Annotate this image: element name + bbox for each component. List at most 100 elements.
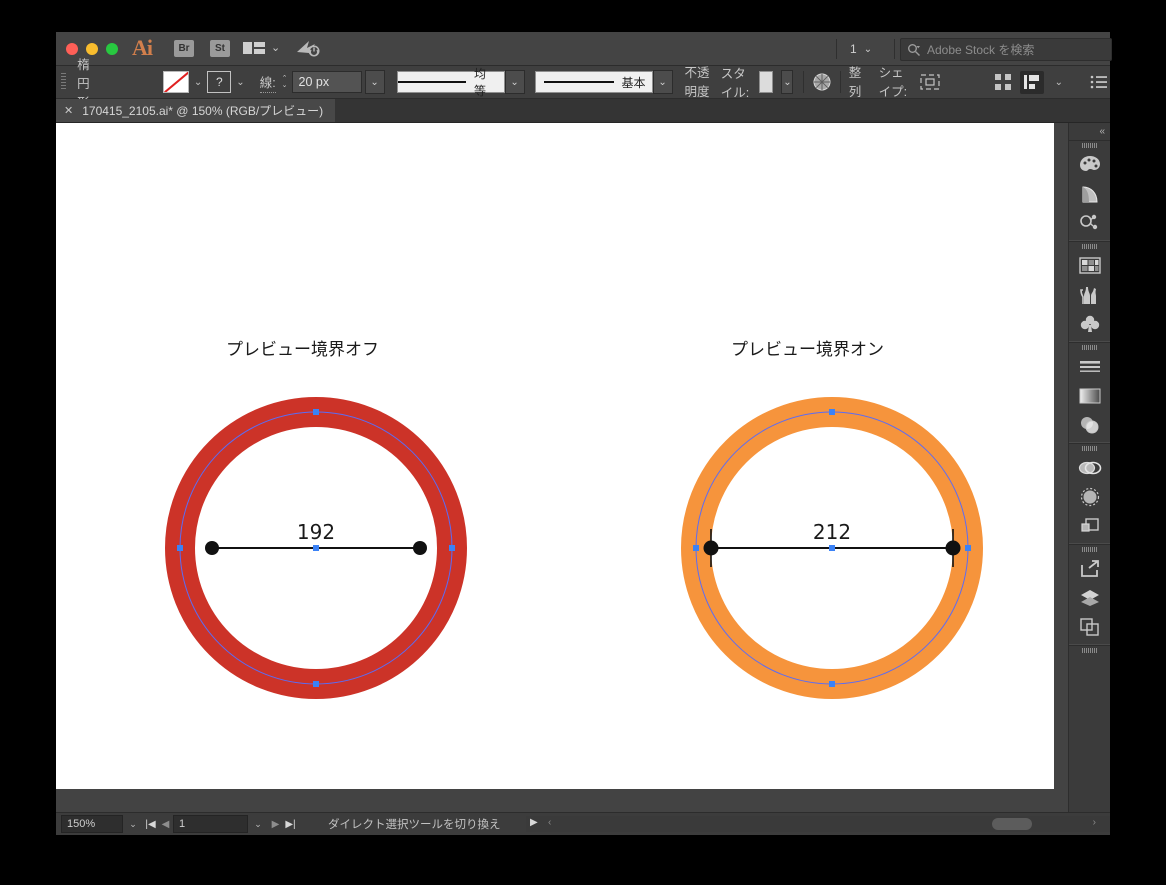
artboard-canvas[interactable]: プレビュー境界オフ プレビュー境界オン 192 212 — [56, 123, 1054, 789]
stroke-profile-value: 均等 — [474, 67, 487, 98]
menu-options-icon[interactable] — [1088, 72, 1110, 92]
workspace-chevron-down-icon[interactable]: ⌄ — [271, 41, 280, 54]
stock-button[interactable]: St — [210, 40, 230, 57]
graphic-style-swatch[interactable] — [758, 71, 774, 93]
artboard-chevron-down-icon[interactable]: ⌄ — [248, 819, 268, 830]
symbols-icon[interactable] — [1069, 309, 1110, 338]
control-bar: 楕円形 ⌄ ? ⌄ 線: ⌃⌄ 20 px ⌄ 均等 ⌄ 基本 ⌄ — [56, 58, 1110, 110]
scroll-left-icon[interactable]: ▶ — [530, 817, 538, 828]
dock-group-stroke — [1069, 342, 1110, 443]
swatches-icon[interactable] — [1069, 251, 1110, 280]
stroke-weight-dropdown[interactable]: ⌄ — [364, 70, 385, 94]
fill-chevron-down-icon[interactable]: ⌄ — [189, 77, 207, 88]
last-artboard-button[interactable]: ▶| — [283, 819, 298, 830]
close-icon[interactable]: ✕ — [64, 104, 73, 117]
stroke-profile-dropdown[interactable]: ⌄ — [504, 70, 525, 94]
stock-search-input[interactable]: Adobe Stock を検索 — [900, 38, 1112, 61]
next-artboard-button[interactable]: ▶ — [268, 819, 283, 830]
gradient-icon[interactable] — [1069, 381, 1110, 410]
document-tab-title: 170415_2105.ai* @ 150% (RGB/プレビュー) — [82, 104, 324, 118]
brush-dropdown[interactable]: ⌄ — [652, 70, 673, 94]
artboards-icon[interactable] — [1069, 612, 1110, 641]
transparency-icon[interactable] — [1069, 410, 1110, 439]
chevron-down-icon: ⌄ — [863, 43, 873, 55]
canvas-horizontal-scrollbar[interactable]: ▶ ‹ › — [526, 816, 1110, 832]
control-bar-grip[interactable] — [61, 73, 67, 91]
page-selector[interactable]: 1 ⌄ — [846, 40, 896, 58]
links-icon[interactable] — [1069, 453, 1110, 482]
stroke-weight-input[interactable]: 20 px — [291, 71, 362, 93]
dock-group-grip[interactable] — [1069, 242, 1110, 251]
status-menu-icon[interactable]: ‹ — [548, 817, 551, 828]
arrange-panel-icon[interactable] — [1019, 70, 1044, 94]
right-artwork-label: プレビュー境界オン — [731, 340, 884, 360]
panel-dock: « — [1068, 123, 1110, 812]
stroke-profile-select[interactable]: 均等 — [396, 67, 505, 98]
graphic-style-dropdown[interactable]: ⌄ — [781, 70, 794, 94]
arrange-chevron-down-icon[interactable]: ⌄ — [1050, 77, 1068, 88]
asset-export-icon[interactable] — [1069, 554, 1110, 583]
recolor-artwork-icon[interactable] — [812, 72, 832, 92]
first-artboard-button[interactable]: |◀ — [143, 819, 158, 830]
shape-label[interactable]: シェイプ: — [878, 62, 913, 102]
dock-group-color — [1069, 140, 1110, 241]
dock-group-extra — [1069, 645, 1110, 658]
right-measurement-value: 212 — [813, 520, 851, 544]
stroke-icon[interactable] — [1069, 352, 1110, 381]
dock-group-grip[interactable] — [1069, 545, 1110, 554]
color-icon[interactable] — [1069, 150, 1110, 179]
stroke-swatch[interactable]: ? — [207, 71, 232, 93]
cc-sync-icon[interactable] — [296, 39, 320, 58]
app-logo-icon: Ai — [132, 35, 153, 60]
artboard-number-input[interactable]: 1 — [173, 815, 248, 833]
dock-group-appearance — [1069, 443, 1110, 544]
align-button[interactable]: 整列 — [848, 62, 865, 102]
stock-search-placeholder: Adobe Stock を検索 — [927, 43, 1035, 57]
brushes-icon[interactable] — [1069, 280, 1110, 309]
illustrator-window: Ai Br St ⌄ 1 ⌄ Adobe Stock を検索 楕円 ⌄ ? ⌄ … — [56, 32, 1112, 835]
page-selector-value: 1 — [850, 42, 857, 56]
dock-group-grip[interactable] — [1069, 141, 1110, 150]
layers-icon[interactable] — [1069, 583, 1110, 612]
workspace-switcher-icon[interactable] — [243, 40, 265, 56]
horizontal-scroll-thumb[interactable] — [992, 818, 1032, 830]
status-bar: 150% ⌄ |◀ ◀ 1 ⌄ ▶ ▶| ダイレクト選択ツールを切り換え ▶ ‹… — [56, 812, 1110, 835]
zoom-level-input[interactable]: 150% — [61, 815, 123, 833]
transform-panel-icon[interactable] — [992, 72, 1014, 92]
status-message: ダイレクト選択ツールを切り換え — [328, 819, 501, 831]
dock-group-layers — [1069, 544, 1110, 645]
left-circle-artwork[interactable]: 192 — [136, 388, 496, 748]
opacity-label[interactable]: 不透明度 — [684, 62, 713, 102]
document-tab[interactable]: ✕ 170415_2105.ai* @ 150% (RGB/プレビュー) — [56, 99, 336, 122]
profile-preview-icon — [397, 81, 467, 83]
dock-group-grip[interactable] — [1069, 444, 1110, 453]
appearance-icon[interactable] — [1069, 482, 1110, 511]
left-measurement-value: 192 — [297, 520, 335, 544]
brush-definition-select[interactable]: 基本 — [534, 71, 653, 93]
color-guide-icon[interactable] — [1069, 179, 1110, 208]
maximize-window-button[interactable] — [106, 43, 118, 55]
stroke-chevron-down-icon[interactable]: ⌄ — [231, 77, 249, 88]
brush-value: 基本 — [621, 75, 646, 90]
document-tab-bar: ✕ 170415_2105.ai* @ 150% (RGB/プレビュー) — [56, 99, 1110, 123]
fill-swatch[interactable] — [162, 71, 189, 93]
collapse-panels-button[interactable]: « — [1069, 123, 1110, 140]
right-circle-artwork[interactable]: 212 — [642, 388, 1022, 748]
pathfinder-icon[interactable] — [1069, 511, 1110, 540]
style-label: スタイル: — [720, 67, 750, 100]
transform-bounds-icon[interactable] — [920, 72, 940, 92]
dock-group-swatches — [1069, 241, 1110, 342]
stroke-weight-label[interactable]: 線: — [259, 72, 276, 93]
workspace: プレビュー境界オフ プレビュー境界オン 192 212 « — [56, 123, 1110, 812]
stroke-weight-stepper[interactable]: ⌃ ⌄ — [282, 75, 288, 89]
dock-group-grip[interactable] — [1069, 343, 1110, 352]
previous-artboard-button[interactable]: ◀ — [158, 819, 173, 830]
dock-group-grip[interactable] — [1069, 646, 1110, 655]
shape-builder-icon[interactable] — [1069, 208, 1110, 237]
zoom-chevron-down-icon[interactable]: ⌄ — [123, 819, 143, 830]
bridge-button[interactable]: Br — [174, 40, 194, 57]
title-bar: Ai Br St ⌄ 1 ⌄ Adobe Stock を検索 — [56, 32, 1112, 66]
brush-preview-icon — [543, 81, 614, 83]
scroll-right-icon[interactable]: › — [1093, 817, 1096, 828]
left-artwork-label: プレビュー境界オフ — [226, 340, 379, 360]
